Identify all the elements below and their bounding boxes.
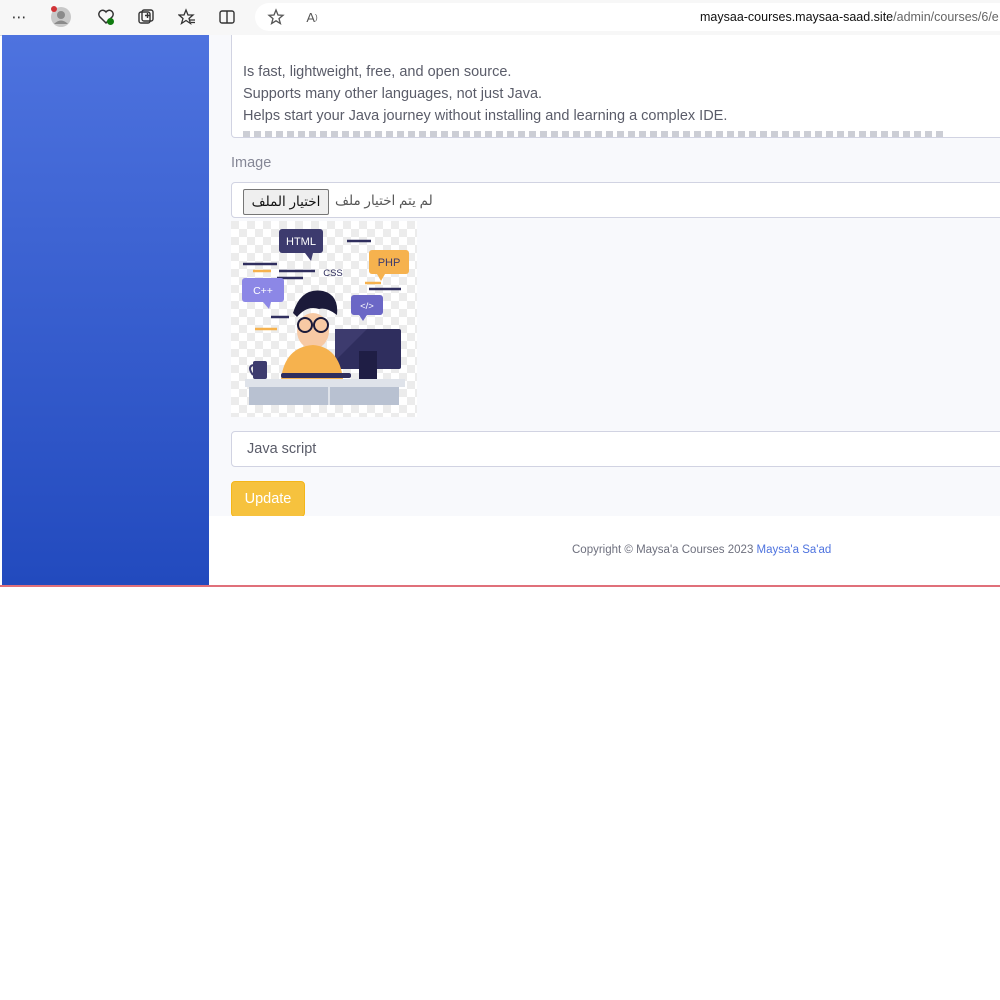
file-status-text: لم يتم اختيار ملف <box>335 193 433 208</box>
image-label: Image <box>231 155 272 171</box>
collections-icon[interactable] <box>135 6 157 28</box>
css-tag: CSS <box>323 268 343 279</box>
sidebar <box>2 35 209 585</box>
image-file-input[interactable]: اختيار الملف لم يتم اختيار ملف <box>231 182 1000 218</box>
url-text[interactable]: maysaa-courses.maysaa-saad.site/admin/co… <box>700 10 999 24</box>
favorites-icon[interactable] <box>176 6 198 28</box>
url-host: maysaa-courses.maysaa-saad.site <box>700 10 894 24</box>
description-line: Is fast, lightweight, free, and open sou… <box>243 64 512 80</box>
description-line: Supports many other languages, not just … <box>243 86 543 102</box>
browser-toolbar: ⋯ A) maysaa-courses.maysaa-saad.site/ad… <box>0 0 1000 36</box>
description-line: Helps start your Java journey without in… <box>243 108 728 124</box>
update-button[interactable]: Update <box>231 481 305 517</box>
split-screen-icon[interactable] <box>216 6 238 28</box>
page-bottom-border <box>0 585 1000 587</box>
course-title-value: Java script <box>247 441 317 457</box>
copyright-text: Copyright © Maysa'a Courses 2023 <box>572 544 754 556</box>
description-textarea[interactable]: Is fast, lightweight, free, and open sou… <box>231 35 1000 138</box>
code-tag: </> <box>360 301 374 312</box>
read-aloud-icon[interactable]: A) <box>301 6 323 28</box>
url-path: /admin/courses/6/e <box>893 10 999 24</box>
more-icon[interactable]: ⋯ <box>8 6 30 28</box>
php-tag: PHP <box>378 257 401 269</box>
copyright: Copyright © Maysa'a Courses 2023 Maysa'a… <box>572 544 831 556</box>
star-icon[interactable] <box>265 6 287 28</box>
course-image-preview: HTML CSS PHP C++ </> <box>231 221 417 417</box>
cpp-tag: C++ <box>253 285 273 297</box>
html-tag: HTML <box>286 236 316 248</box>
cut-off-text-line <box>243 131 943 137</box>
author-link[interactable]: Maysa'a Sa'ad <box>757 544 832 556</box>
profile-avatar-icon[interactable] <box>50 6 72 28</box>
heart-health-icon[interactable] <box>95 6 117 28</box>
course-title-input[interactable]: Java script <box>231 431 1000 467</box>
choose-file-button[interactable]: اختيار الملف <box>243 189 329 215</box>
footer: Copyright © Maysa'a Courses 2023 Maysa'a… <box>209 516 1000 585</box>
main-content: Is fast, lightweight, free, and open sou… <box>209 35 1000 585</box>
